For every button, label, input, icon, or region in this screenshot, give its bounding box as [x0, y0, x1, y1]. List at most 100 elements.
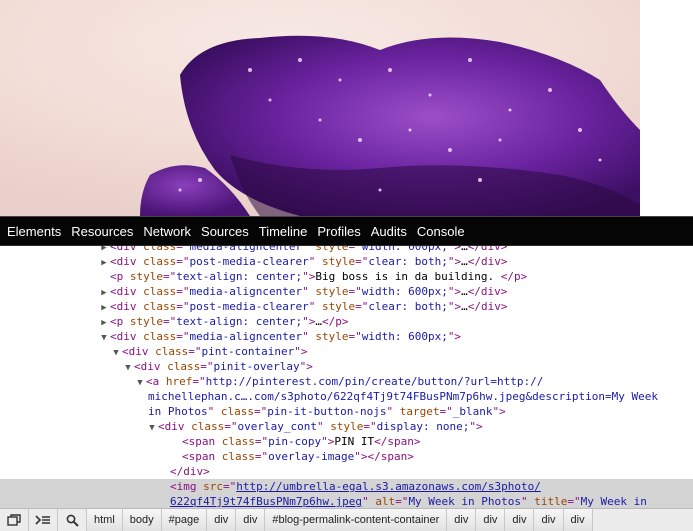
dom-tree[interactable]: ▶ <div class="media-aligncenter" style="w… — [0, 246, 693, 508]
expand-triangle-icon[interactable]: ▶ — [98, 286, 110, 299]
code-token: class — [221, 450, 255, 463]
dock-icon[interactable] — [0, 509, 29, 531]
code-token: "> — [299, 360, 313, 373]
code-token: =" — [176, 255, 190, 268]
code-token: class — [143, 300, 177, 313]
code-token: =" — [188, 345, 202, 358]
code-token: media-aligncenter — [189, 330, 303, 343]
dom-tree-row[interactable]: ▼ <div class="pinit-overlay"> — [0, 359, 693, 374]
code-token[interactable]: 622qf4Tj9t74fBusPNm7p6hw.jpeg — [170, 495, 362, 508]
code-token: "> — [294, 345, 308, 358]
expand-triangle-icon[interactable]: ▶ — [98, 256, 110, 269]
code-token: =" — [253, 405, 268, 418]
expand-triangle-icon[interactable]: ▶ — [98, 301, 110, 314]
dom-tree-row[interactable]: ▶ <div class="media-aligncenter" style="w… — [0, 246, 693, 254]
code-token[interactable]: http://umbrella-egal.s3.amazonaws.com/s3… — [236, 480, 541, 493]
code-token: <div — [134, 360, 168, 373]
breadcrumb-item[interactable]: html — [87, 509, 123, 531]
code-token: overlay-image — [268, 450, 355, 463]
tab-profiles[interactable]: Profiles — [317, 224, 360, 239]
code-token: pint-container — [201, 345, 295, 358]
code-token: style — [321, 255, 356, 268]
code-token: </p> — [321, 315, 349, 328]
dom-tree-row[interactable]: <span class="pin-copy">PIN IT</span> — [0, 434, 693, 449]
dom-tree-row[interactable]: ▼ <div class="pint-container"> — [0, 344, 693, 359]
collapse-triangle-icon[interactable]: ▼ — [134, 376, 146, 389]
code-token: </div> — [467, 300, 508, 313]
code-token: … — [315, 315, 322, 328]
breadcrumb-item[interactable]: div — [476, 509, 506, 531]
dom-tree-row[interactable]: ▶ <div class="post-media-clearer" style="… — [0, 299, 693, 314]
tab-audits[interactable]: Audits — [371, 224, 407, 239]
dom-tree-row[interactable]: ▶ <div class="media-aligncenter" style="w… — [0, 284, 693, 299]
collapse-triangle-icon[interactable]: ▼ — [98, 331, 110, 344]
dom-tree-row[interactable]: ▼ <div class="overlay_cont" style="displa… — [0, 419, 693, 434]
dom-tree-row[interactable]: in Photos" class="pin-it-button-nojs" ta… — [0, 404, 693, 419]
dom-tree-row[interactable]: <span class="overlay-image"></span> — [0, 449, 693, 464]
code-token: =" — [355, 255, 369, 268]
code-token: alt — [375, 495, 396, 508]
code-token: =" — [348, 330, 362, 343]
tab-resources[interactable]: Resources — [71, 224, 133, 239]
dom-tree-row[interactable]: </div> — [0, 464, 693, 479]
breadcrumb-item[interactable]: #page — [161, 509, 208, 531]
dom-tree-row[interactable]: ▶ <p style="text-align: center;">…</p> — [0, 314, 693, 329]
dom-tree-row[interactable]: <p style="text-align: center;">Big boss … — [0, 269, 693, 284]
breadcrumb-item[interactable]: div — [236, 509, 266, 531]
dom-tree-row[interactable]: ▶ <div class="post-media-clearer" style="… — [0, 254, 693, 269]
collapse-triangle-icon[interactable]: ▼ — [110, 346, 122, 359]
breadcrumb-item[interactable]: div — [447, 509, 477, 531]
dom-tree-row[interactable]: ▼ <div class="media-aligncenter" style="w… — [0, 329, 693, 344]
breadcrumb-item[interactable]: #blog-permalink-content-container — [265, 509, 448, 531]
code-token: =" — [439, 405, 453, 418]
code-token: pin-it-button-nojs — [267, 405, 387, 418]
code-token: " — [386, 405, 400, 418]
code-token: <div — [110, 285, 144, 298]
code-token: "> — [447, 246, 462, 253]
breadcrumb-item[interactable]: body — [122, 509, 162, 531]
expand-triangle-icon[interactable]: ▶ — [98, 246, 110, 254]
console-drawer-icon[interactable] — [29, 509, 58, 531]
code-token: <div — [122, 345, 156, 358]
breadcrumb-item[interactable]: div — [207, 509, 237, 531]
dom-tree-row[interactable]: <img src="http://umbrella-egal.s3.amazon… — [0, 479, 693, 494]
code-token: target — [399, 405, 440, 418]
tab-timeline[interactable]: Timeline — [259, 224, 308, 239]
expand-triangle-icon[interactable]: ▶ — [98, 316, 110, 329]
code-token: class — [191, 420, 225, 433]
dom-tree-row[interactable]: michellephan.c….com/s3photo/622qf4Tj9t74… — [0, 389, 693, 404]
code-token: display: none; — [376, 420, 470, 433]
search-icon[interactable] — [58, 509, 87, 531]
code-token: text-align: center; — [176, 270, 303, 283]
code-token: "> — [492, 405, 506, 418]
code-token: post-media-clearer — [189, 300, 309, 313]
tab-elements[interactable]: Elements — [7, 224, 61, 239]
tab-console[interactable]: Console — [417, 224, 465, 239]
code-token: class — [143, 246, 177, 253]
breadcrumb-item[interactable]: div — [505, 509, 535, 531]
code-token: "> — [447, 255, 462, 268]
collapse-triangle-icon[interactable]: ▼ — [146, 421, 158, 434]
code-token: "> — [302, 270, 316, 283]
code-token: =" — [176, 285, 190, 298]
breadcrumb-item[interactable]: div — [534, 509, 564, 531]
dom-tree-row[interactable]: ▼ <a href="http://pinterest.com/pin/creat… — [0, 374, 693, 389]
code-token: =" — [223, 480, 237, 493]
tab-network[interactable]: Network — [143, 224, 191, 239]
code-token: " — [308, 255, 322, 268]
code-token: width: 600px; — [361, 330, 448, 343]
code-token: " — [302, 246, 316, 253]
code-token: in Photos — [148, 405, 208, 418]
collapse-triangle-icon[interactable]: ▼ — [122, 361, 134, 374]
code-token: pinit-overlay — [213, 360, 300, 373]
code-token: class — [167, 360, 201, 373]
code-token: =" — [192, 375, 206, 388]
code-token: "> — [354, 450, 368, 463]
code-token: style — [129, 270, 163, 283]
code-token: <p — [110, 270, 130, 283]
code-token: class — [220, 405, 254, 418]
tab-sources[interactable]: Sources — [201, 224, 249, 239]
dom-tree-row[interactable]: 622qf4Tj9t74fBusPNm7p6hw.jpeg" alt="My W… — [0, 494, 693, 508]
code-token: style — [330, 420, 364, 433]
breadcrumb-item[interactable]: div — [563, 509, 593, 531]
